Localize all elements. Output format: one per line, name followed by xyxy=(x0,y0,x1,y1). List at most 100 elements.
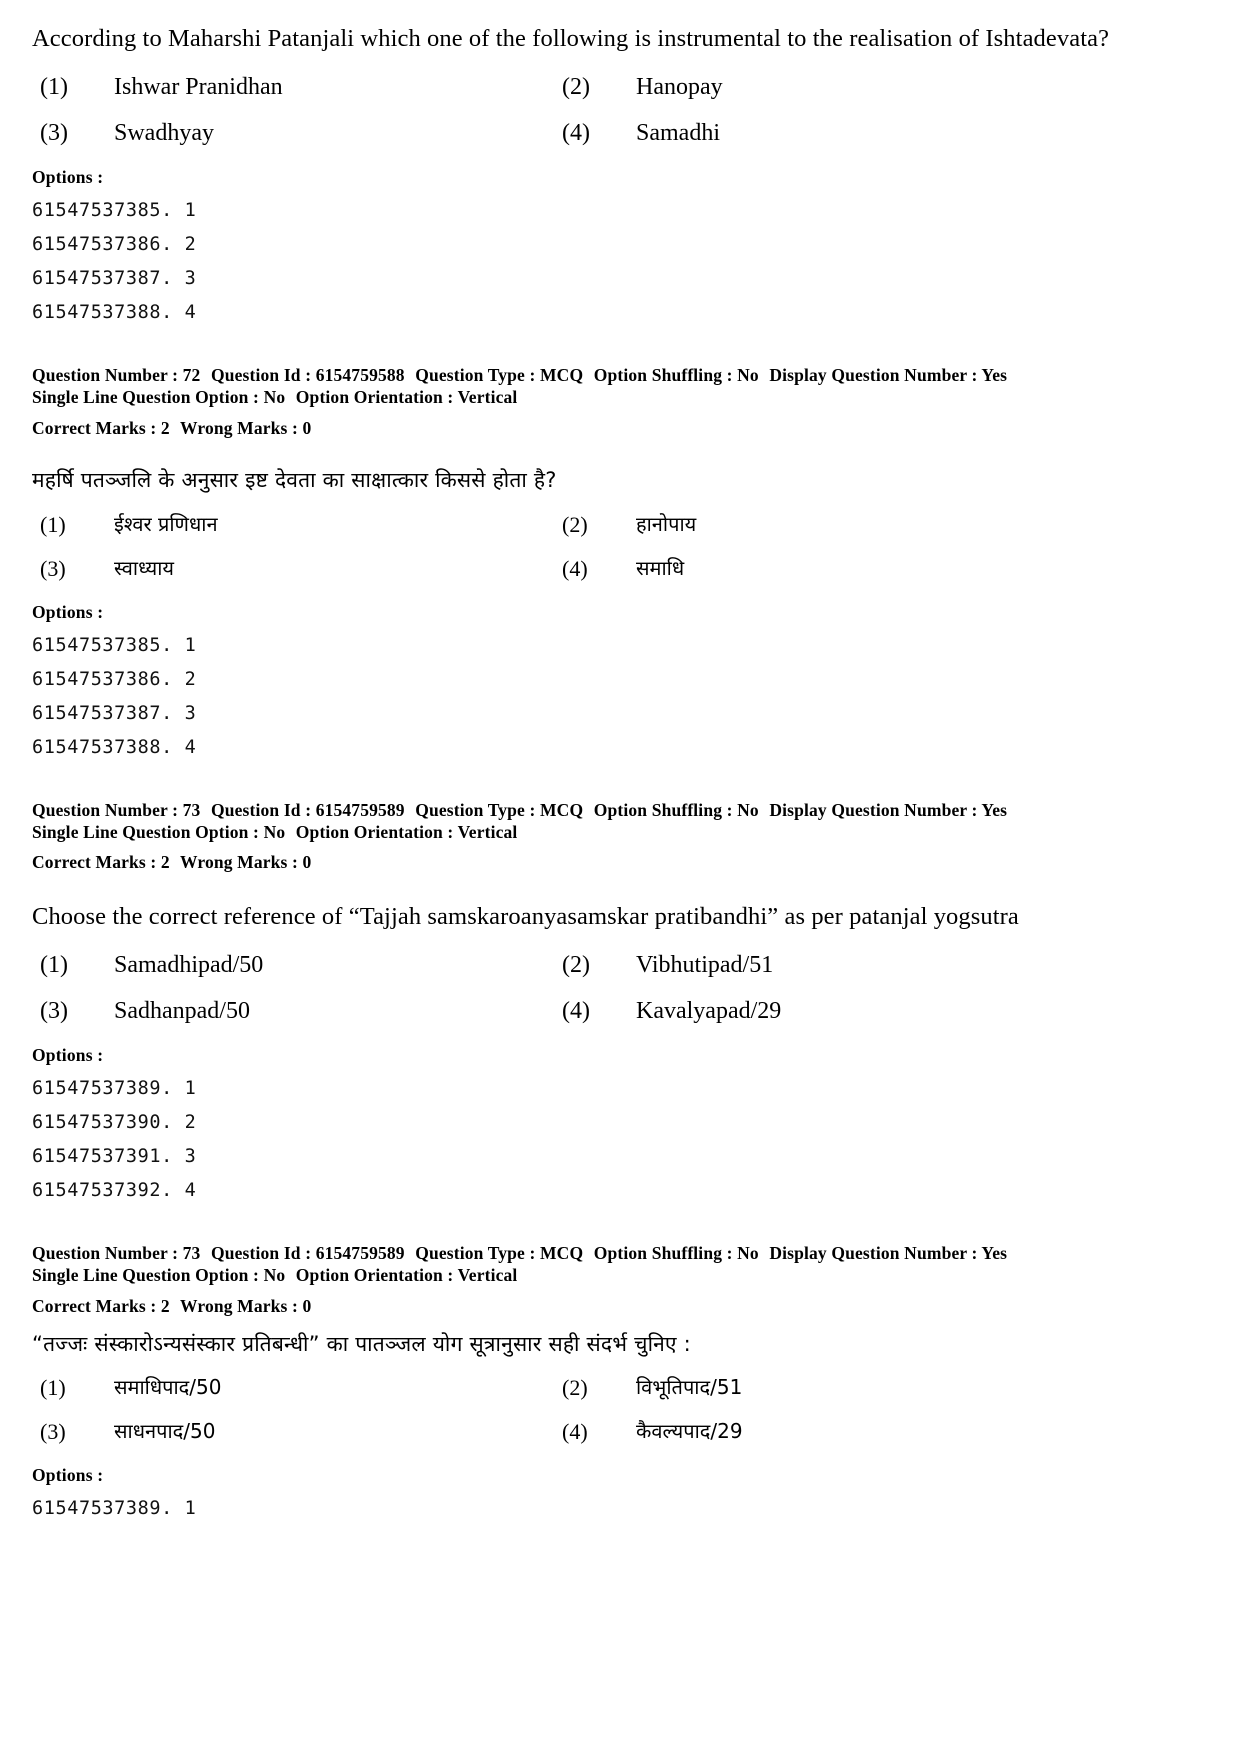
options-heading: Options : xyxy=(32,1465,104,1486)
option-number: (2) xyxy=(562,951,590,978)
options-heading: Options : xyxy=(32,601,104,622)
options-grid-73-english: (1) Samadhipad/50 (2) Vibhutipad/51 (3) … xyxy=(30,953,1180,1023)
option-value[interactable]: Swadhyay xyxy=(92,99,562,145)
meta-label-correct-marks: Correct Marks : xyxy=(32,852,157,873)
meta-label-option-orientation: Option Orientation : xyxy=(295,822,454,843)
option-value[interactable]: स्वाध्याय xyxy=(92,536,562,580)
meta-value-question-id: 6154759589 xyxy=(315,799,405,820)
question-block-73-hindi: “तज्जः संस्कारोऽन्यसंस्कार प्रतिबन्धी” क… xyxy=(30,1329,1180,1526)
option-number: (2) xyxy=(562,1375,588,1401)
meta-label-question-id: Question Id : xyxy=(211,1242,312,1263)
option-id: 61547537386. 2 xyxy=(32,668,197,690)
question-text-73-english: Choose the correct reference of “Tajjah … xyxy=(32,902,1019,930)
options-row: (3) Swadhyay (4) Samadhi xyxy=(30,99,1180,145)
meta-label-display-question-number: Display Question Number : xyxy=(769,799,978,820)
meta-label-display-question-number: Display Question Number : xyxy=(769,1242,978,1263)
meta-label-wrong-marks: Wrong Marks : xyxy=(180,1295,299,1316)
meta-label-single-line-question-option: Single Line Question Option : xyxy=(32,387,260,408)
meta-label-display-question-number: Display Question Number : xyxy=(769,364,978,385)
option-number: (4) xyxy=(562,1419,588,1445)
options-row: (1) ईश्वर प्रणिधान (2) हानोपाय xyxy=(30,511,1180,537)
option-id: 61547537386. 2 xyxy=(32,233,197,255)
option-value[interactable]: साधनपाद/50 xyxy=(92,1399,562,1443)
question-text-73-hindi: “तज्जः संस्कारोऽन्यसंस्कार प्रतिबन्धी” क… xyxy=(32,1331,691,1356)
option-value[interactable]: Hanopay xyxy=(614,75,1180,99)
meta-value-wrong-marks: 0 xyxy=(302,852,312,873)
meta-label-question-number: Question Number : xyxy=(32,1242,179,1263)
meta-label-option-orientation: Option Orientation : xyxy=(295,1265,454,1286)
option-number: (1) xyxy=(40,951,68,978)
options-grid-72-english: (1) Ishwar Pranidhan (2) Hanopay (3) Swa… xyxy=(30,75,1180,145)
question-block-73-english: Choose the correct reference of “Tajjah … xyxy=(30,900,1180,1208)
option-value[interactable]: Kavalyapad/29 xyxy=(614,977,1180,1023)
option-value[interactable]: Sadhanpad/50 xyxy=(92,977,562,1023)
option-id: 61547537388. 4 xyxy=(32,736,197,758)
options-row: (3) साधनपाद/50 (4) कैवल्यपाद/29 xyxy=(30,1399,1180,1443)
option-value[interactable]: ईश्वर प्रणिधान xyxy=(92,514,562,536)
meta-value-correct-marks: 2 xyxy=(160,852,170,873)
meta-label-question-number: Question Number : xyxy=(32,799,179,820)
options-row: (1) समाधिपाद/50 (2) विभूतिपाद/51 xyxy=(30,1377,1180,1399)
meta-value-correct-marks: 2 xyxy=(160,417,170,438)
question-metadata-73-bottom: Question Number : 73 Question Id : 61547… xyxy=(32,1242,1180,1317)
option-value[interactable]: हानोपाय xyxy=(614,514,1180,536)
meta-label-correct-marks: Correct Marks : xyxy=(32,1295,157,1316)
meta-label-question-type: Question Type : xyxy=(415,799,536,820)
option-id: 61547537389. 1 xyxy=(32,1077,197,1099)
option-id: 61547537388. 4 xyxy=(32,301,197,323)
option-value[interactable]: Samadhipad/50 xyxy=(92,953,562,977)
options-row: (1) Samadhipad/50 (2) Vibhutipad/51 xyxy=(30,953,1180,977)
meta-value-question-id: 6154759588 xyxy=(315,364,405,385)
meta-value-correct-marks: 2 xyxy=(160,1295,170,1316)
options-heading: Options : xyxy=(32,1044,104,1065)
meta-value-option-shuffling: No xyxy=(737,364,759,385)
option-number: (3) xyxy=(40,555,66,581)
option-id: 61547537389. 1 xyxy=(32,1498,197,1520)
option-number: (3) xyxy=(40,119,68,146)
meta-value-option-orientation: Vertical xyxy=(457,822,518,843)
meta-label-question-type: Question Type : xyxy=(415,364,536,385)
options-row: (3) Sadhanpad/50 (4) Kavalyapad/29 xyxy=(30,977,1180,1023)
option-value[interactable]: Samadhi xyxy=(614,99,1180,145)
option-id: 61547537387. 3 xyxy=(32,702,197,724)
option-number: (3) xyxy=(40,1419,66,1445)
meta-value-display-question-number: Yes xyxy=(981,1242,1008,1263)
option-number: (4) xyxy=(562,555,588,581)
option-value[interactable]: Vibhutipad/51 xyxy=(614,953,1180,977)
meta-value-option-shuffling: No xyxy=(737,1242,759,1263)
meta-value-question-number: 72 xyxy=(182,364,201,385)
meta-label-single-line-question-option: Single Line Question Option : xyxy=(32,1265,260,1286)
meta-label-single-line-question-option: Single Line Question Option : xyxy=(32,822,260,843)
meta-value-question-type: MCQ xyxy=(540,1242,584,1263)
meta-value-single-line-question-option: No xyxy=(263,1265,286,1286)
meta-label-wrong-marks: Wrong Marks : xyxy=(180,852,299,873)
meta-label-correct-marks: Correct Marks : xyxy=(32,417,157,438)
question-text-72-hindi: महर्षि पतञ्जलि के अनुसार इष्ट देवता का स… xyxy=(32,468,557,493)
meta-label-question-id: Question Id : xyxy=(211,799,312,820)
option-number: (1) xyxy=(40,511,66,537)
exam-page: According to Maharshi Patanjali which on… xyxy=(0,0,1240,1754)
question-metadata-73-top: Question Number : 73 Question Id : 61547… xyxy=(32,799,1180,874)
meta-label-question-id: Question Id : xyxy=(211,364,312,385)
option-value[interactable]: विभूतिपाद/51 xyxy=(614,1377,1180,1399)
meta-label-option-shuffling: Option Shuffling : xyxy=(593,799,733,820)
option-value[interactable]: समाधिपाद/50 xyxy=(92,1377,562,1399)
meta-value-wrong-marks: 0 xyxy=(302,417,312,438)
option-value[interactable]: Ishwar Pranidhan xyxy=(92,75,562,99)
option-value[interactable]: समाधि xyxy=(614,536,1180,580)
option-number: (1) xyxy=(40,1375,66,1401)
option-id: 61547537390. 2 xyxy=(32,1111,197,1133)
options-heading: Options : xyxy=(32,166,104,187)
meta-value-wrong-marks: 0 xyxy=(302,1295,312,1316)
meta-value-question-number: 73 xyxy=(182,1242,201,1263)
options-row: (1) Ishwar Pranidhan (2) Hanopay xyxy=(30,75,1180,99)
meta-value-question-type: MCQ xyxy=(540,799,584,820)
option-id: 61547537385. 1 xyxy=(32,199,197,221)
option-value[interactable]: कैवल्यपाद/29 xyxy=(614,1399,1180,1443)
meta-value-question-id: 6154759589 xyxy=(315,1242,405,1263)
option-number: (2) xyxy=(562,511,588,537)
question-text-72-english: According to Maharshi Patanjali which on… xyxy=(32,25,1110,52)
option-id: 61547537392. 4 xyxy=(32,1179,197,1201)
meta-value-option-shuffling: No xyxy=(737,799,759,820)
option-id: 61547537387. 3 xyxy=(32,267,197,289)
